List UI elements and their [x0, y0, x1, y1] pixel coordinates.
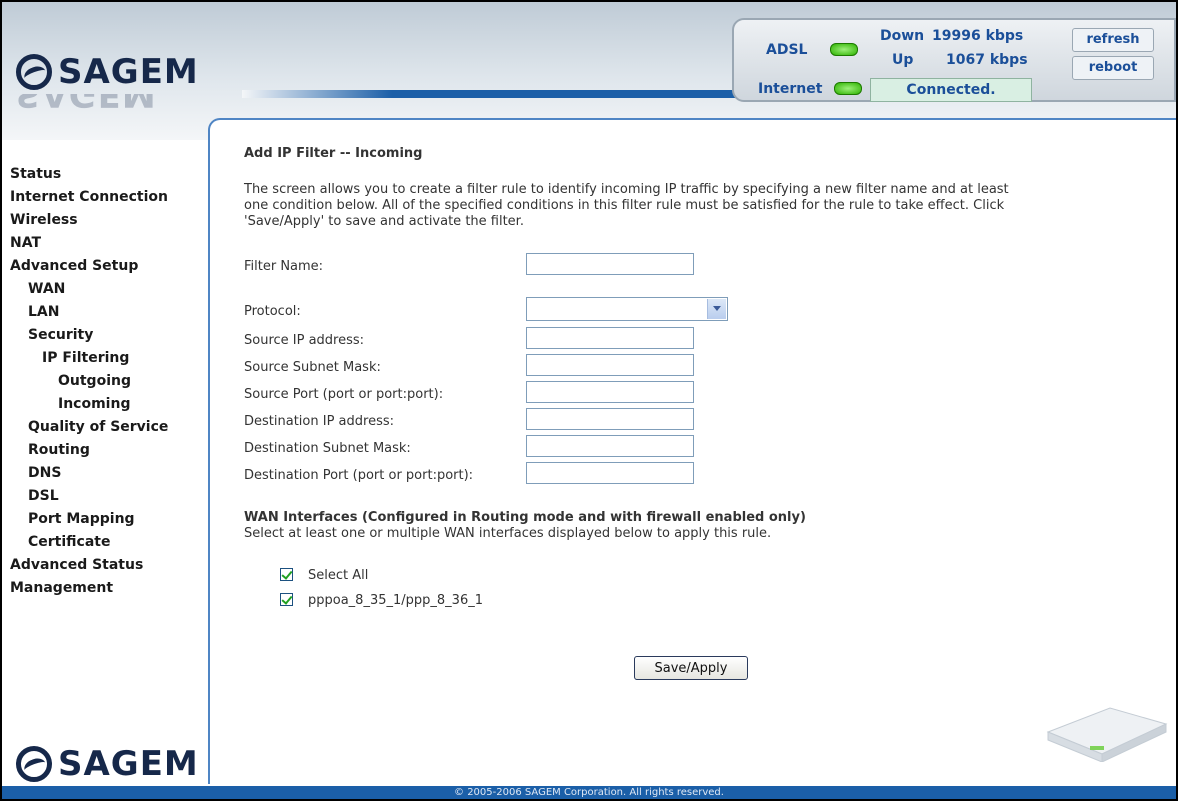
sidebar-item-certificate[interactable]: Certificate	[28, 534, 110, 550]
protocol-label: Protocol:	[244, 304, 301, 319]
sidebar-item-port-mapping[interactable]: Port Mapping	[28, 511, 135, 527]
sagem-logo-footer: SAGEM	[16, 744, 199, 784]
connection-status: Connected.	[906, 82, 996, 98]
sidebar-item-wan[interactable]: WAN	[28, 281, 65, 297]
sidebar-item-quality-of-service[interactable]: Quality of Service	[28, 419, 168, 435]
filter-name-label: Filter Name:	[244, 259, 324, 274]
connection-status-panel: ADSL Down 19996 kbps Up 1067 kbps Intern…	[732, 18, 1176, 102]
sagem-logo-icon	[16, 746, 52, 782]
sidebar-item-status[interactable]: Status	[10, 166, 61, 182]
source-mask-label: Source Subnet Mask:	[244, 360, 381, 375]
router-image	[1046, 707, 1168, 762]
up-speed: 1067 kbps	[946, 52, 1028, 68]
description-line-2: one condition below. All of the specifie…	[244, 198, 1005, 213]
destination-port-input[interactable]	[526, 462, 694, 484]
sidebar-item-management[interactable]: Management	[10, 580, 113, 596]
wan-interface-checkbox[interactable]	[280, 593, 293, 606]
up-label: Up	[892, 52, 914, 68]
description-line-3: 'Save/Apply' to save and activate the fi…	[244, 214, 524, 229]
brand-name: SAGEM	[58, 52, 199, 92]
internet-led-icon	[834, 82, 862, 95]
sidebar-item-routing[interactable]: Routing	[28, 442, 90, 458]
sidebar-item-wireless[interactable]: Wireless	[10, 212, 78, 228]
internet-label: Internet	[758, 81, 823, 97]
source-ip-label: Source IP address:	[244, 333, 365, 348]
connection-status-box: Connected.	[870, 78, 1032, 102]
page-title: Add IP Filter -- Incoming	[244, 146, 423, 161]
description-line-1: The screen allows you to create a filter…	[244, 182, 1009, 197]
wan-interfaces-subtext: Select at least one or multiple WAN inte…	[244, 526, 772, 541]
header-accent-strip	[242, 90, 742, 98]
brand-name-reflection: SAGEM	[16, 94, 157, 114]
refresh-button[interactable]: refresh	[1072, 28, 1154, 52]
wan-interface-label: pppoa_8_35_1/ppp_8_36_1	[308, 593, 483, 608]
adsl-label: ADSL	[766, 42, 808, 58]
destination-mask-label: Destination Subnet Mask:	[244, 441, 411, 456]
copyright-text: © 2005-2006 SAGEM Corporation. All right…	[454, 787, 724, 798]
adsl-led-icon	[830, 43, 858, 56]
down-label: Down	[880, 28, 925, 44]
protocol-select[interactable]	[526, 297, 728, 321]
main-content: Add IP Filter -- Incoming The screen all…	[208, 118, 1176, 784]
select-all-checkbox[interactable]	[280, 568, 293, 581]
sidebar-item-dns[interactable]: DNS	[28, 465, 61, 481]
source-mask-input[interactable]	[526, 354, 694, 376]
footer: © 2005-2006 SAGEM Corporation. All right…	[2, 786, 1176, 799]
sidebar-item-ip-filtering[interactable]: IP Filtering	[42, 350, 129, 366]
logo-reflection: SAGEM	[16, 94, 216, 114]
chevron-down-icon[interactable]	[707, 299, 726, 319]
brand-name-footer: SAGEM	[58, 744, 199, 784]
sidebar-item-dsl[interactable]: DSL	[28, 488, 59, 504]
reboot-button[interactable]: reboot	[1072, 56, 1154, 80]
filter-name-input[interactable]	[526, 253, 694, 275]
sidebar-item-nat[interactable]: NAT	[10, 235, 41, 251]
source-port-label: Source Port (port or port:port):	[244, 387, 444, 402]
sidebar-item-internet-connection[interactable]: Internet Connection	[10, 189, 168, 205]
sagem-logo-icon	[16, 54, 52, 90]
source-ip-input[interactable]	[526, 327, 694, 349]
sidebar-nav: Status Internet Connection Wireless NAT Adva…	[2, 140, 208, 780]
destination-port-label: Destination Port (port or port:port):	[244, 468, 474, 483]
sidebar-item-lan[interactable]: LAN	[28, 304, 59, 320]
sagem-logo: SAGEM	[16, 50, 199, 94]
sidebar-item-security[interactable]: Security	[28, 327, 93, 343]
save-apply-button[interactable]: Save/Apply	[634, 656, 748, 680]
select-all-label: Select All	[308, 568, 369, 583]
destination-ip-input[interactable]	[526, 408, 694, 430]
destination-mask-input[interactable]	[526, 435, 694, 457]
sidebar-item-advanced-setup[interactable]: Advanced Setup	[10, 258, 138, 274]
destination-ip-label: Destination IP address:	[244, 414, 394, 429]
wan-interfaces-heading: WAN Interfaces (Configured in Routing mo…	[244, 510, 806, 525]
app-window: SAGEM SAGEM ADSL Down 19996 kbps Up 1067…	[0, 0, 1178, 801]
sidebar-item-incoming[interactable]: Incoming	[58, 396, 130, 412]
down-speed: 19996 kbps	[932, 28, 1024, 44]
sidebar-item-outgoing[interactable]: Outgoing	[58, 373, 131, 389]
source-port-input[interactable]	[526, 381, 694, 403]
sidebar-item-advanced-status[interactable]: Advanced Status	[10, 557, 143, 573]
